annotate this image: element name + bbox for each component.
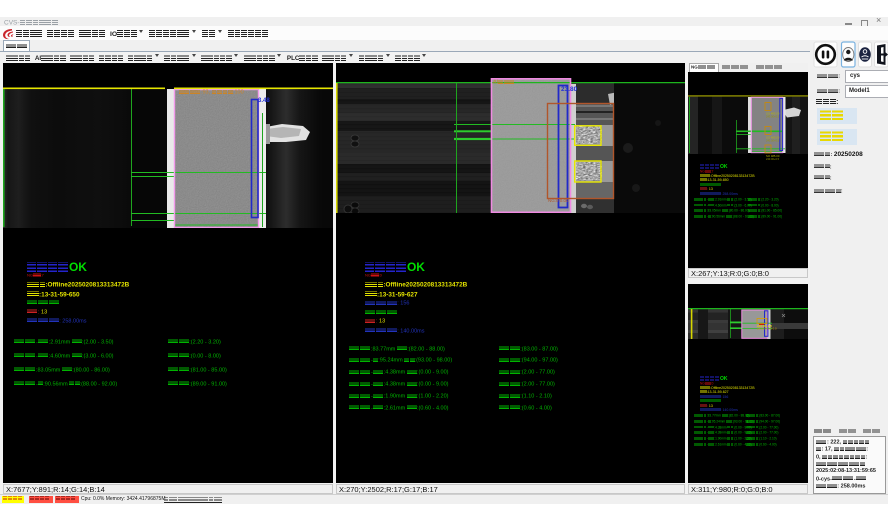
svg-text:NG:0 0.00: NG:0 0.00 [548,198,569,203]
svg-text:243.00+0.5: 243.00+0.5 [766,157,780,161]
svg-text:243.00+0.5: 243.00+0.5 [766,115,780,119]
svg-text:243.00+0.5: 243.00+0.5 [766,139,780,143]
svg-text:243.00 +0.5 0.0: 243.00 +0.5 0.0 [757,327,777,331]
